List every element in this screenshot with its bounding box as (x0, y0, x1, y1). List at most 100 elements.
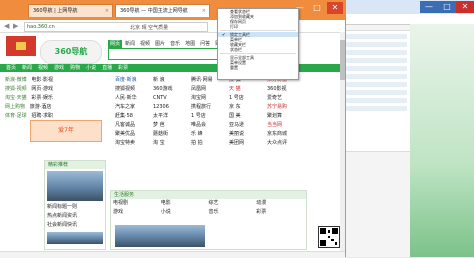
link[interactable]: 旅游·酒店 (30, 104, 52, 110)
link[interactable]: 招聘·求职 (31, 113, 53, 119)
menu-separator (220, 30, 296, 31)
forward-icon[interactable]: ▶ (13, 22, 18, 30)
link[interactable]: 蘑菇街 (153, 130, 191, 139)
nav-link[interactable]: 视频 (38, 65, 48, 71)
table-row: 搜狐视频 360游戏 凤凰网天 猫 360影视 (115, 85, 305, 94)
tab-active[interactable]: 360导航 — 中国主流上网导航 × (115, 4, 210, 17)
close-window-button[interactable]: ✕ (327, 2, 343, 14)
link[interactable]: 聚划算 (267, 112, 305, 121)
link[interactable]: 聚美优品 (115, 130, 153, 139)
nav-link[interactable]: 游戏 (54, 65, 64, 71)
link[interactable]: 新浪·微博 (5, 77, 27, 83)
promo-banner[interactable]: 爱7年 (30, 120, 102, 142)
news-photo[interactable] (47, 171, 103, 201)
search-tab[interactable]: 问答 (198, 40, 212, 48)
link[interactable]: 动漫 (256, 199, 304, 208)
link[interactable]: 当当网 (267, 121, 305, 130)
tab-first-label: 360导航 | 上网导航 (33, 8, 78, 14)
link[interactable]: 12306 (153, 103, 191, 112)
link[interactable]: 360影视 (267, 85, 305, 94)
menu-item-reset[interactable]: 重置 (218, 65, 298, 70)
link[interactable]: 百度·新浪 (115, 76, 153, 85)
menu-separator (220, 53, 296, 54)
link[interactable]: 360游戏 (153, 85, 191, 94)
weather-widget[interactable]: 北京 晴 空气质量 (130, 24, 230, 40)
link[interactable]: 京东商城 (267, 130, 305, 139)
link[interactable]: 游戏 (113, 208, 161, 217)
table-row: 赶集·58 太平洋 1 号店国 美聚划算 (115, 112, 305, 121)
menu-item-print[interactable]: 打印 (218, 24, 298, 29)
search-tab[interactable]: 图片 (153, 40, 167, 48)
link[interactable]: 凡客诚品 (115, 121, 153, 130)
search-tab[interactable]: 新闻 (123, 40, 137, 48)
link[interactable]: 亚马逊 (229, 121, 267, 130)
link[interactable]: 搜狐视频 (115, 85, 153, 94)
back-icon[interactable]: ◀ (4, 22, 9, 30)
site-logo[interactable]: 360导航 (40, 40, 102, 64)
link[interactable]: 携程旅行 (191, 103, 229, 112)
link[interactable]: 苏宁易购 (267, 103, 305, 112)
bg-close-button[interactable]: ✕ (456, 1, 474, 13)
nav-link[interactable]: 新闻 (22, 65, 32, 71)
close-tab-icon[interactable]: × (105, 5, 109, 17)
link[interactable]: 凤凰网 (191, 85, 229, 94)
search-tab[interactable]: 视频 (138, 40, 152, 48)
menu-item-status-bar[interactable]: 状态栏 (218, 47, 298, 52)
link[interactable]: 人民·新华 (115, 94, 153, 103)
link[interactable]: 天 猫 (229, 85, 267, 94)
link[interactable]: 拍 拍 (191, 139, 229, 148)
link[interactable]: 国 美 (229, 112, 267, 121)
link[interactable]: 美丽说 (229, 130, 267, 139)
news-item[interactable]: 热点新闻资讯 (45, 212, 105, 221)
link[interactable]: 淘宝网 (191, 94, 229, 103)
link[interactable]: 淘宝·天猫 (5, 95, 27, 101)
link[interactable]: CNTV (153, 94, 191, 103)
bg-minimize-button[interactable]: — (420, 1, 438, 13)
link[interactable]: 梦 芭 (153, 121, 191, 130)
link[interactable]: 淘宝特卖 (115, 139, 153, 148)
link[interactable]: 彩票 (256, 208, 304, 217)
nav-link[interactable]: 直播 (102, 65, 112, 71)
link[interactable]: 电影·影视 (31, 77, 53, 83)
link[interactable]: 唯品会 (191, 121, 229, 130)
link[interactable]: 搜狐·视频 (5, 86, 27, 92)
promo-image[interactable] (115, 225, 205, 247)
link[interactable]: 1 号店 (191, 112, 229, 121)
link[interactable]: 爱奇艺 (267, 94, 305, 103)
tab-first[interactable]: 360导航 | 上网导航 × (28, 4, 113, 17)
link[interactable]: 汽车之家 (115, 103, 153, 112)
nav-link[interactable]: 购物 (70, 65, 80, 71)
link[interactable]: 音乐 (209, 208, 257, 217)
table-row: 淘宝特卖淘 宝拍 拍美团网 大众点评 (115, 139, 305, 148)
link[interactable]: 淘 宝 (153, 139, 191, 148)
link[interactable]: 新 浪 (153, 76, 191, 85)
link[interactable]: 太平洋 (153, 112, 191, 121)
link[interactable]: 网上购物 (5, 104, 25, 110)
link[interactable]: 乐 蜂 (191, 130, 229, 139)
news-item[interactable]: 社会新闻快讯 (45, 221, 105, 230)
maximize-button[interactable]: □ (309, 2, 325, 14)
nav-link[interactable]: 首页 (6, 65, 16, 71)
link[interactable]: 彩票·娱乐 (31, 95, 53, 101)
link[interactable]: 电视剧 (113, 199, 161, 208)
bg-maximize-button[interactable]: □ (438, 1, 456, 13)
close-tab-icon[interactable]: × (202, 5, 206, 17)
search-tab[interactable]: 网页 (108, 40, 123, 48)
link[interactable]: 赶集·58 (115, 112, 153, 121)
search-tab[interactable]: 音乐 (168, 40, 182, 48)
link[interactable]: 综艺 (209, 199, 257, 208)
link[interactable]: 体育·足球 (5, 113, 27, 119)
news-photo[interactable] (47, 232, 103, 244)
nav-link[interactable]: 彩票 (118, 65, 128, 71)
scrollbar-thumb[interactable] (340, 40, 345, 80)
nav-link[interactable]: 小说 (86, 65, 96, 71)
link[interactable]: 小说 (161, 208, 209, 217)
link[interactable]: 大众点评 (267, 139, 305, 148)
link[interactable]: 1 号店 (229, 94, 267, 103)
news-item[interactable]: 新闻标题一则 (45, 203, 105, 212)
link[interactable]: 网页·游戏 (31, 86, 53, 92)
link[interactable]: 美团网 (229, 139, 267, 148)
link[interactable]: 京 东 (229, 103, 267, 112)
search-tab[interactable]: 地图 (183, 40, 197, 48)
link[interactable]: 电影 (161, 199, 209, 208)
